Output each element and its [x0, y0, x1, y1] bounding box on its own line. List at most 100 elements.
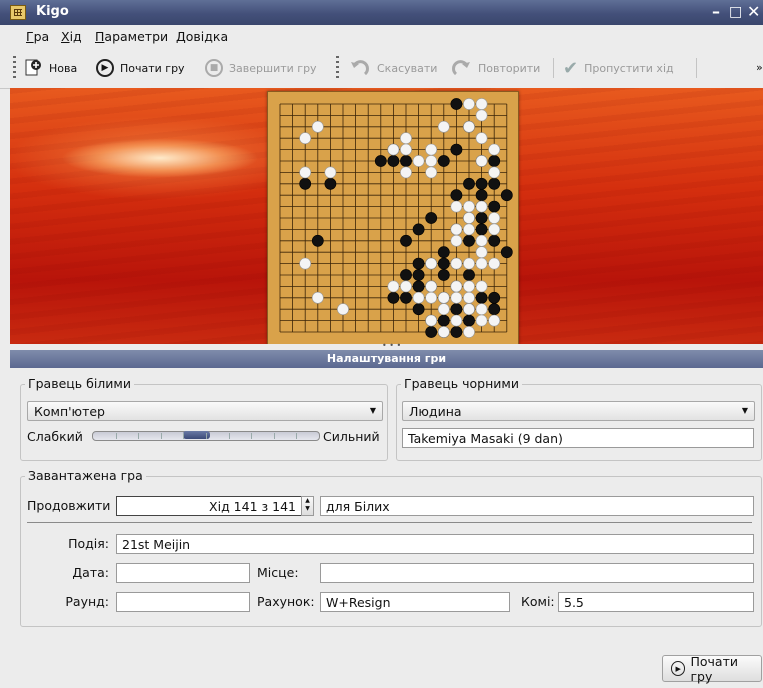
white-stone — [475, 280, 488, 293]
white-stone — [400, 166, 412, 179]
toolbar-grip[interactable] — [13, 56, 16, 80]
white-stone — [400, 280, 412, 293]
strength-slider[interactable] — [92, 431, 320, 441]
white-stone — [311, 120, 324, 133]
white-stone — [475, 200, 488, 213]
white-stone — [324, 166, 337, 179]
white-stone — [311, 291, 324, 304]
white-stone — [425, 143, 438, 156]
white-stone — [463, 280, 475, 293]
move-number-spinbox[interactable]: Хід 141 з 141 — [116, 496, 302, 516]
black-stone — [450, 326, 463, 338]
menu-move[interactable]: Хід — [61, 29, 82, 44]
black-stone — [475, 177, 488, 190]
start-game-button[interactable]: ▶ Почати гру — [662, 654, 762, 684]
white-stone — [425, 280, 438, 293]
close-icon[interactable]: ✕ — [747, 2, 760, 22]
black-stone — [400, 291, 412, 304]
stop-icon: ■ — [205, 59, 223, 77]
slider-tick — [296, 433, 298, 439]
black-stone — [437, 246, 450, 259]
black-stone — [488, 155, 501, 167]
black-stone — [488, 303, 501, 316]
white-player-type-select[interactable]: Комп'ютер ▼ — [27, 401, 383, 421]
white-stone — [488, 166, 501, 179]
white-stone — [488, 314, 501, 327]
go-board-grid[interactable] — [268, 92, 518, 344]
white-player-group-label: Гравець білими — [25, 376, 134, 391]
event-label: Подія: — [68, 536, 109, 551]
white-stone — [400, 143, 412, 156]
window-title: Kigo — [36, 4, 69, 19]
black-stone — [450, 98, 463, 110]
menu-help[interactable]: Довідка — [176, 29, 228, 44]
spinbox-arrows[interactable]: ▲ ▼ — [301, 496, 314, 516]
for-whom-field: для Білих — [320, 496, 754, 516]
black-stone — [475, 223, 488, 236]
black-stone — [387, 155, 400, 167]
white-stone — [450, 223, 463, 236]
black-stone — [463, 314, 475, 327]
white-stone — [463, 200, 475, 213]
black-player-group-label: Гравець чорними — [401, 376, 522, 391]
maximize-icon[interactable]: □ — [729, 2, 742, 22]
checkmark-icon: ✔ — [563, 57, 579, 79]
black-player-type-select[interactable]: Людина ▼ — [402, 401, 755, 421]
black-stone — [475, 291, 488, 304]
white-stone — [475, 303, 488, 316]
toolbar-overflow-icon[interactable]: » — [756, 61, 763, 74]
black-stone — [412, 269, 425, 281]
komi-label: Комі: — [521, 594, 555, 609]
slider-tick — [273, 433, 275, 439]
black-stone — [437, 155, 450, 167]
kigo-app-icon[interactable] — [10, 5, 26, 20]
date-label: Дата: — [72, 565, 109, 580]
pass-move-button[interactable]: ✔ Пропустити хід — [563, 57, 674, 79]
white-stone — [488, 257, 501, 270]
undo-icon — [351, 60, 369, 76]
event-field: 21st Meijin — [116, 534, 754, 554]
white-stone — [299, 257, 312, 270]
black-stone — [450, 303, 463, 316]
black-stone — [437, 314, 450, 327]
new-game-button[interactable]: Нова — [23, 57, 77, 79]
minimize-icon[interactable]: – — [712, 2, 720, 22]
toolbar-grip-2[interactable] — [336, 56, 339, 80]
redo-button[interactable]: Повторити — [450, 57, 540, 79]
loaded-game-group-label: Завантажена гра — [25, 468, 146, 483]
white-stone — [450, 234, 463, 247]
round-field — [116, 592, 250, 612]
black-stone — [500, 246, 513, 259]
black-stone — [412, 280, 425, 293]
black-stone — [437, 257, 450, 270]
black-stone — [311, 234, 324, 247]
slider-tick — [160, 433, 162, 439]
black-stone — [463, 177, 475, 190]
toolbar-separator-2 — [696, 58, 697, 78]
menu-settings[interactable]: Параметри — [95, 29, 168, 44]
black-stone — [299, 177, 312, 190]
place-label: Місце: — [257, 565, 299, 580]
round-label: Раунд: — [65, 594, 109, 609]
play-icon: ▶ — [671, 661, 686, 676]
start-game-toolbar-button[interactable]: ▶ Почати гру — [96, 57, 185, 79]
slider-tick — [251, 433, 253, 439]
play-icon: ▶ — [96, 59, 114, 77]
finish-game-button[interactable]: ■ Завершити гру — [205, 57, 317, 79]
go-board[interactable] — [267, 91, 519, 344]
white-stone — [475, 109, 488, 122]
white-stone — [412, 155, 425, 167]
white-stone — [463, 326, 475, 338]
white-stone — [299, 132, 312, 145]
black-stone — [463, 234, 475, 247]
new-game-icon — [25, 59, 41, 76]
menu-game[interactable]: Гра — [26, 29, 49, 44]
white-stone — [387, 143, 400, 156]
undo-button[interactable]: Скасувати — [349, 57, 437, 79]
black-player-name-input[interactable]: Takemiya Masaki (9 dan) — [402, 428, 754, 448]
black-stone — [374, 155, 387, 167]
white-stone — [463, 120, 475, 133]
white-stone — [463, 212, 475, 224]
komi-field: 5.5 — [558, 592, 754, 612]
toolbar: Нова ▶ Почати гру ■ Завершити гру Скасув… — [0, 48, 763, 89]
